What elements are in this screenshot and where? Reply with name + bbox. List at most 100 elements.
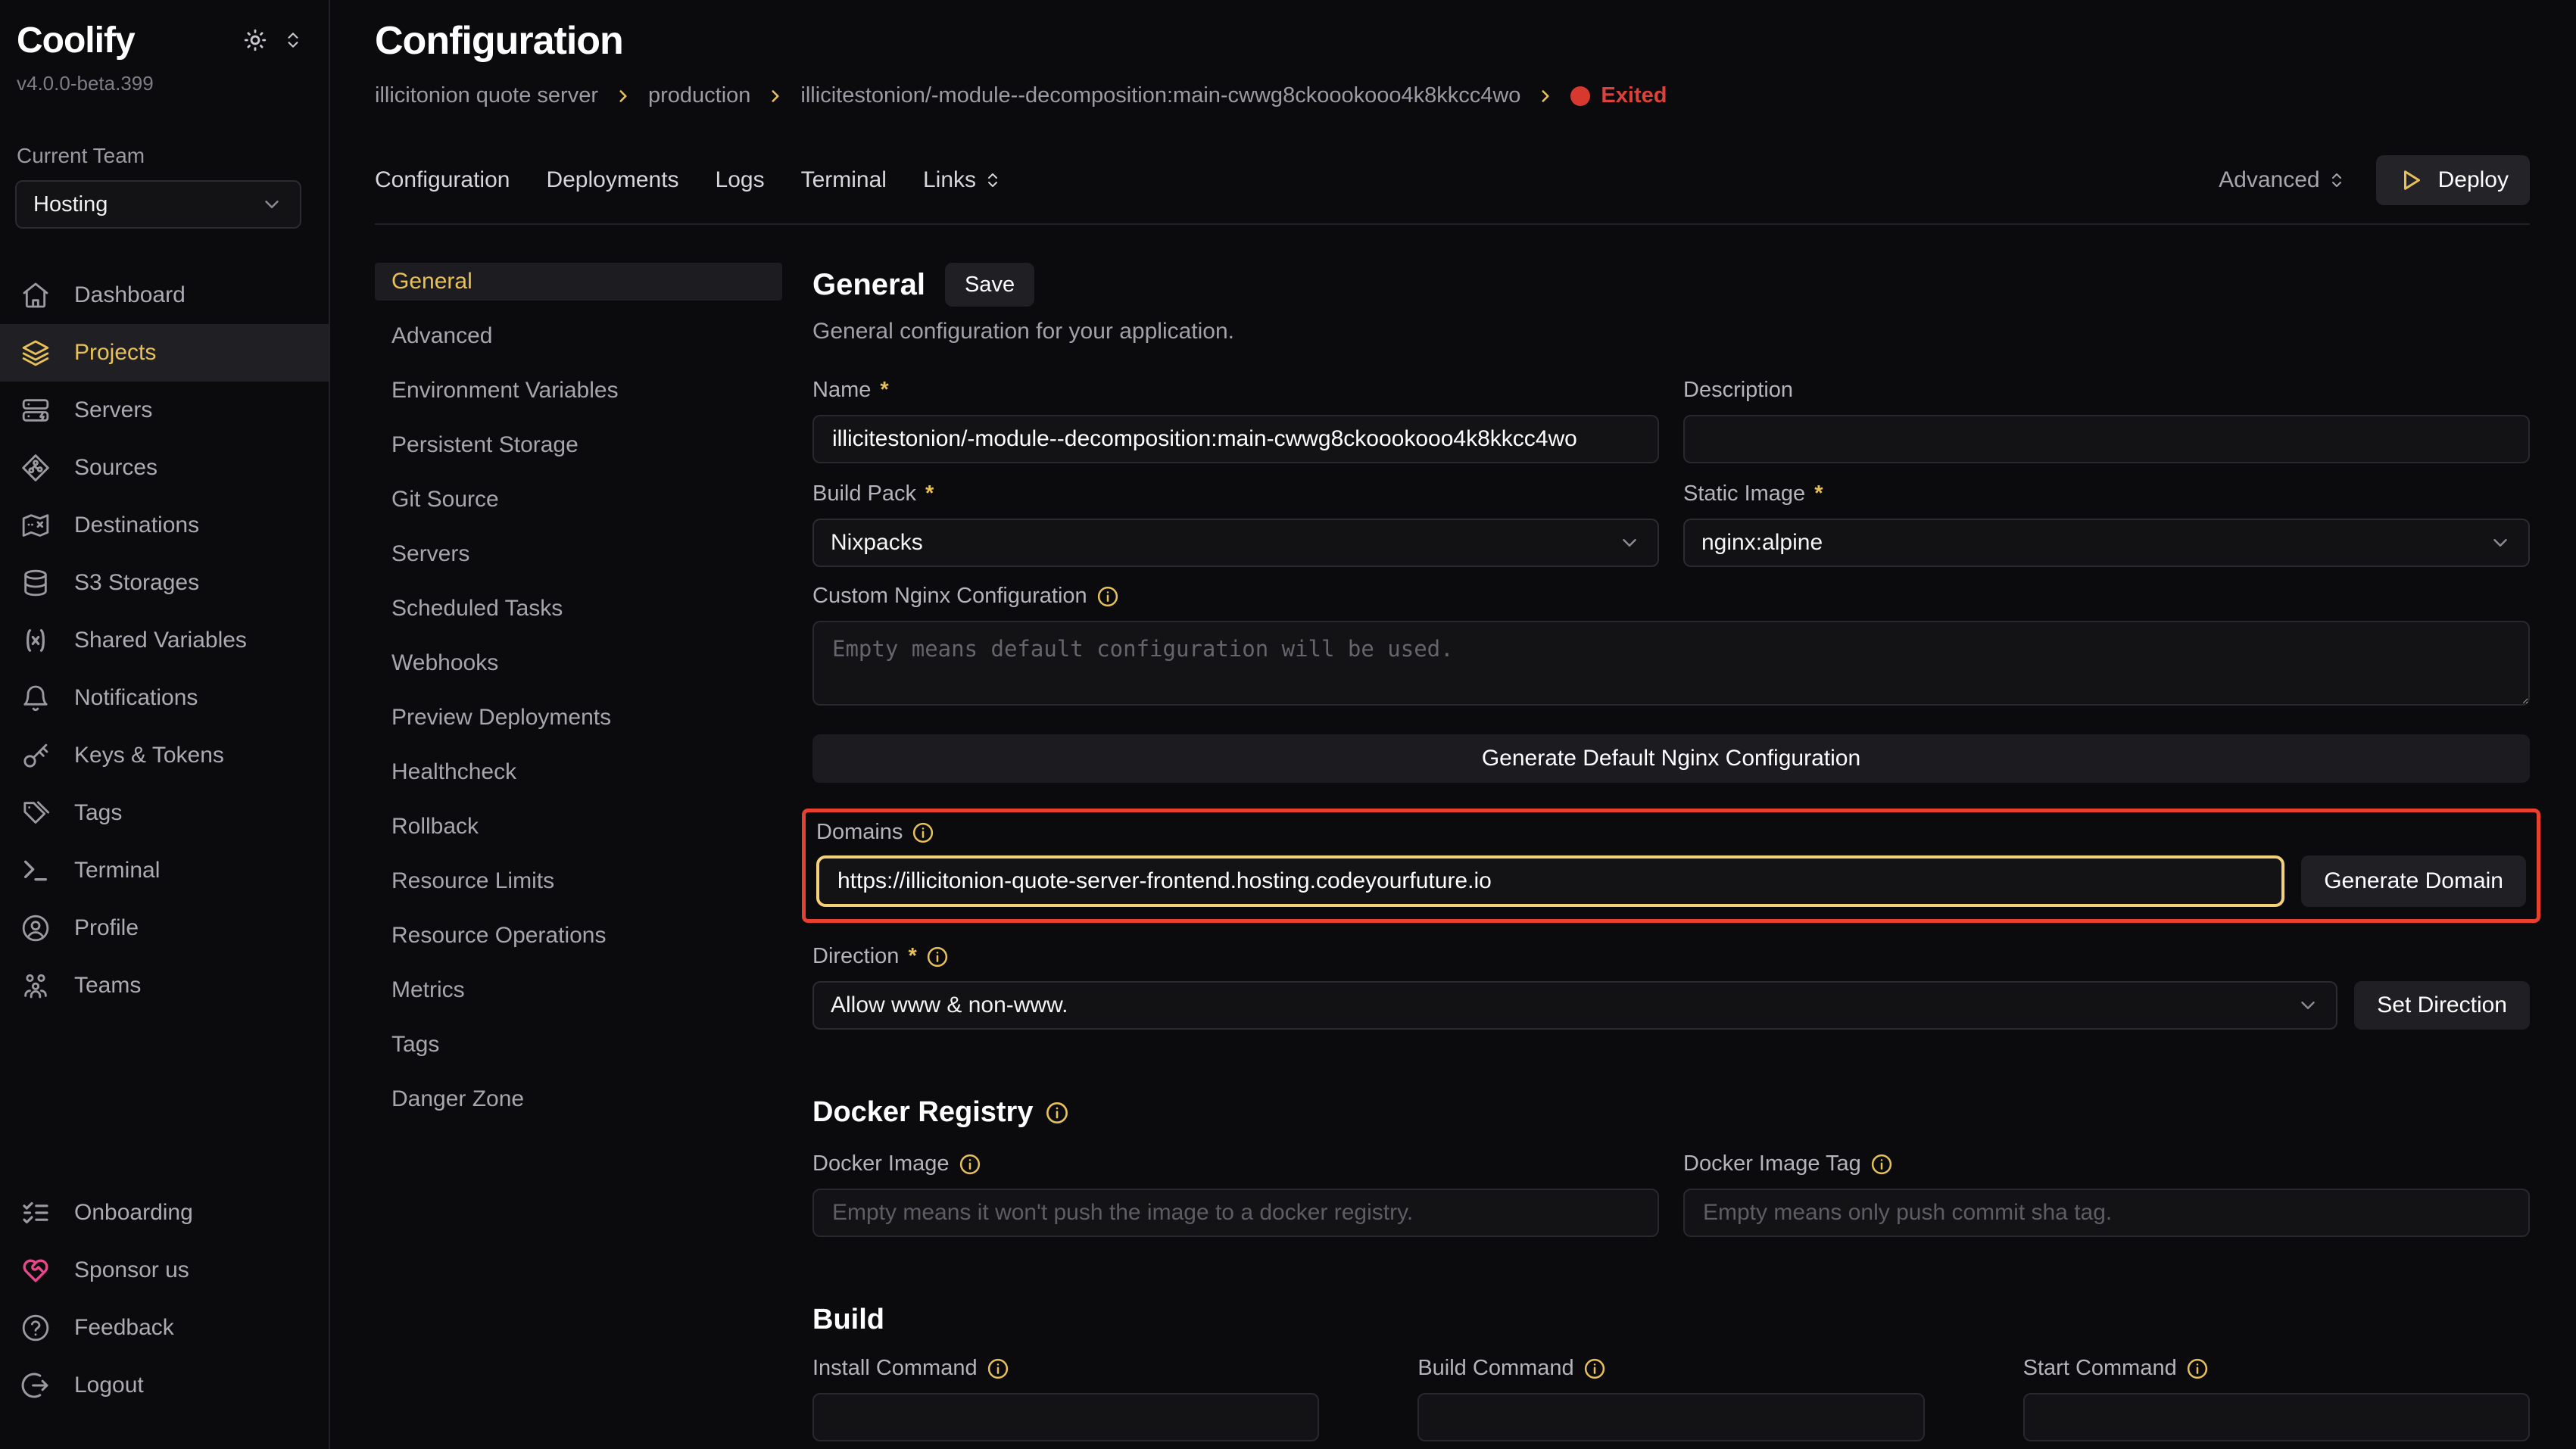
sidebar-item-projects[interactable]: Projects xyxy=(0,324,329,382)
start-command-input[interactable] xyxy=(2023,1393,2530,1441)
sidebar-item-notifications[interactable]: Notifications xyxy=(0,669,329,727)
subnav-item-general[interactable]: General xyxy=(375,263,782,301)
sidebar-item-teams[interactable]: Teams xyxy=(0,957,329,1014)
info-icon[interactable] xyxy=(926,946,949,968)
docker-image-input[interactable] xyxy=(812,1189,1659,1237)
direction-label: Direction* xyxy=(812,944,2530,969)
build-pack-select[interactable]: Nixpacks xyxy=(812,519,1659,567)
chevrons-up-down-icon xyxy=(2328,171,2346,189)
direction-select[interactable]: Allow www & non-www. xyxy=(812,981,2337,1030)
sidebar-item-sponsor-us[interactable]: Sponsor us xyxy=(0,1242,329,1299)
page-title: Configuration xyxy=(375,18,2530,64)
general-heading: General xyxy=(812,268,925,302)
chevron-down-icon xyxy=(1618,531,1641,554)
sidebar-item-tags[interactable]: Tags xyxy=(0,784,329,842)
sidebar-item-shared-variables[interactable]: Shared Variables xyxy=(0,612,329,669)
subnav-item-healthcheck[interactable]: Healthcheck xyxy=(375,753,782,791)
static-image-select[interactable]: nginx:alpine xyxy=(1683,519,2530,567)
sidebar-item-sources[interactable]: Sources xyxy=(0,439,329,497)
chevron-right-icon xyxy=(1536,86,1555,106)
info-icon[interactable] xyxy=(2186,1357,2209,1380)
subnav-item-tags[interactable]: Tags xyxy=(375,1026,782,1064)
sidebar-item-logout[interactable]: Logout xyxy=(0,1357,329,1414)
info-icon[interactable] xyxy=(959,1153,981,1176)
variables-icon xyxy=(20,625,51,656)
info-icon[interactable] xyxy=(1870,1153,1893,1176)
build-command-input[interactable] xyxy=(1417,1393,1924,1441)
tab-terminal[interactable]: Terminal xyxy=(801,167,887,193)
main-content: Configuration illicitonion quote server … xyxy=(330,0,2576,1449)
sidebar-item-dashboard[interactable]: Dashboard xyxy=(0,266,329,324)
generate-domain-button[interactable]: Generate Domain xyxy=(2301,855,2526,907)
domains-input[interactable] xyxy=(816,855,2284,907)
subnav-item-webhooks[interactable]: Webhooks xyxy=(375,644,782,682)
subnav-item-environment-variables[interactable]: Environment Variables xyxy=(375,372,782,410)
breadcrumb-application[interactable]: illicitestonion/-module--decomposition:m… xyxy=(800,83,1520,108)
breadcrumb-environment[interactable]: production xyxy=(648,83,750,108)
info-icon[interactable] xyxy=(1096,585,1119,608)
general-description: General configuration for your applicati… xyxy=(812,319,2530,344)
logout-icon xyxy=(20,1370,51,1401)
name-input[interactable] xyxy=(812,415,1659,463)
subnav-item-preview-deployments[interactable]: Preview Deployments xyxy=(375,699,782,737)
breadcrumb-project[interactable]: illicitonion quote server xyxy=(375,83,598,108)
chevrons-up-down-icon xyxy=(984,171,1002,189)
tags-icon xyxy=(20,797,51,829)
subnav-item-danger-zone[interactable]: Danger Zone xyxy=(375,1080,782,1118)
map-icon xyxy=(20,509,51,541)
subnav-item-resource-operations[interactable]: Resource Operations xyxy=(375,917,782,955)
tab-links[interactable]: Links xyxy=(923,167,1002,193)
subnav-item-rollback[interactable]: Rollback xyxy=(375,808,782,846)
domains-label: Domains xyxy=(816,820,2526,845)
generate-nginx-config-button[interactable]: Generate Default Nginx Configuration xyxy=(812,734,2530,783)
terminal-icon xyxy=(20,855,51,887)
instance-switcher-chevrons-icon[interactable] xyxy=(283,30,303,50)
subnav-item-advanced[interactable]: Advanced xyxy=(375,317,782,355)
sidebar-item-profile[interactable]: Profile xyxy=(0,899,329,957)
subnav-item-git-source[interactable]: Git Source xyxy=(375,481,782,519)
sidebar-item-destinations[interactable]: Destinations xyxy=(0,497,329,554)
sidebar-item-feedback[interactable]: Feedback xyxy=(0,1299,329,1357)
sidebar-item-terminal[interactable]: Terminal xyxy=(0,842,329,899)
subnav-item-scheduled-tasks[interactable]: Scheduled Tasks xyxy=(375,590,782,628)
home-icon xyxy=(20,279,51,311)
tab-logs[interactable]: Logs xyxy=(716,167,765,193)
team-select[interactable]: Hosting xyxy=(15,180,301,229)
sidebar: Coolify v4.0.0-beta.399 Current Team Hos… xyxy=(0,0,330,1449)
help-circle-icon xyxy=(20,1312,51,1344)
theme-toggle-sun-icon[interactable] xyxy=(242,27,268,53)
sidebar-item-onboarding[interactable]: Onboarding xyxy=(0,1184,329,1242)
install-command-label: Install Command xyxy=(812,1356,1319,1381)
build-pack-label: Build Pack* xyxy=(812,481,1659,506)
subnav-item-servers[interactable]: Servers xyxy=(375,535,782,573)
nginx-config-textarea[interactable] xyxy=(812,621,2530,706)
subnav-item-metrics[interactable]: Metrics xyxy=(375,971,782,1009)
description-input[interactable] xyxy=(1683,415,2530,463)
docker-image-tag-input[interactable] xyxy=(1683,1189,2530,1237)
tab-deployments[interactable]: Deployments xyxy=(546,167,678,193)
sidebar-item-servers[interactable]: Servers xyxy=(0,382,329,439)
docker-image-label: Docker Image xyxy=(812,1151,1659,1176)
deploy-button[interactable]: Deploy xyxy=(2376,155,2530,205)
advanced-menu[interactable]: Advanced xyxy=(2219,167,2345,193)
subnav-item-persistent-storage[interactable]: Persistent Storage xyxy=(375,426,782,464)
tab-configuration[interactable]: Configuration xyxy=(375,167,510,193)
sidebar-item-s3-storages[interactable]: S3 Storages xyxy=(0,554,329,612)
user-icon xyxy=(20,912,51,944)
domains-highlight-box: Domains Generate Domain xyxy=(802,809,2540,923)
description-label: Description xyxy=(1683,378,2530,403)
info-icon[interactable] xyxy=(1583,1357,1606,1380)
sidebar-item-keys-tokens[interactable]: Keys & Tokens xyxy=(0,727,329,784)
key-icon xyxy=(20,740,51,771)
subnav-item-resource-limits[interactable]: Resource Limits xyxy=(375,862,782,900)
heart-handshake-icon xyxy=(20,1254,51,1286)
install-command-input[interactable] xyxy=(812,1393,1319,1441)
info-icon[interactable] xyxy=(1045,1101,1069,1125)
bell-icon xyxy=(20,682,51,714)
chevron-down-icon xyxy=(260,193,283,216)
info-icon[interactable] xyxy=(912,821,934,844)
sidebar-footer-nav: Onboarding Sponsor us Feedback Logout xyxy=(0,1184,329,1414)
set-direction-button[interactable]: Set Direction xyxy=(2354,981,2530,1030)
save-button[interactable]: Save xyxy=(945,263,1034,307)
info-icon[interactable] xyxy=(987,1357,1009,1380)
